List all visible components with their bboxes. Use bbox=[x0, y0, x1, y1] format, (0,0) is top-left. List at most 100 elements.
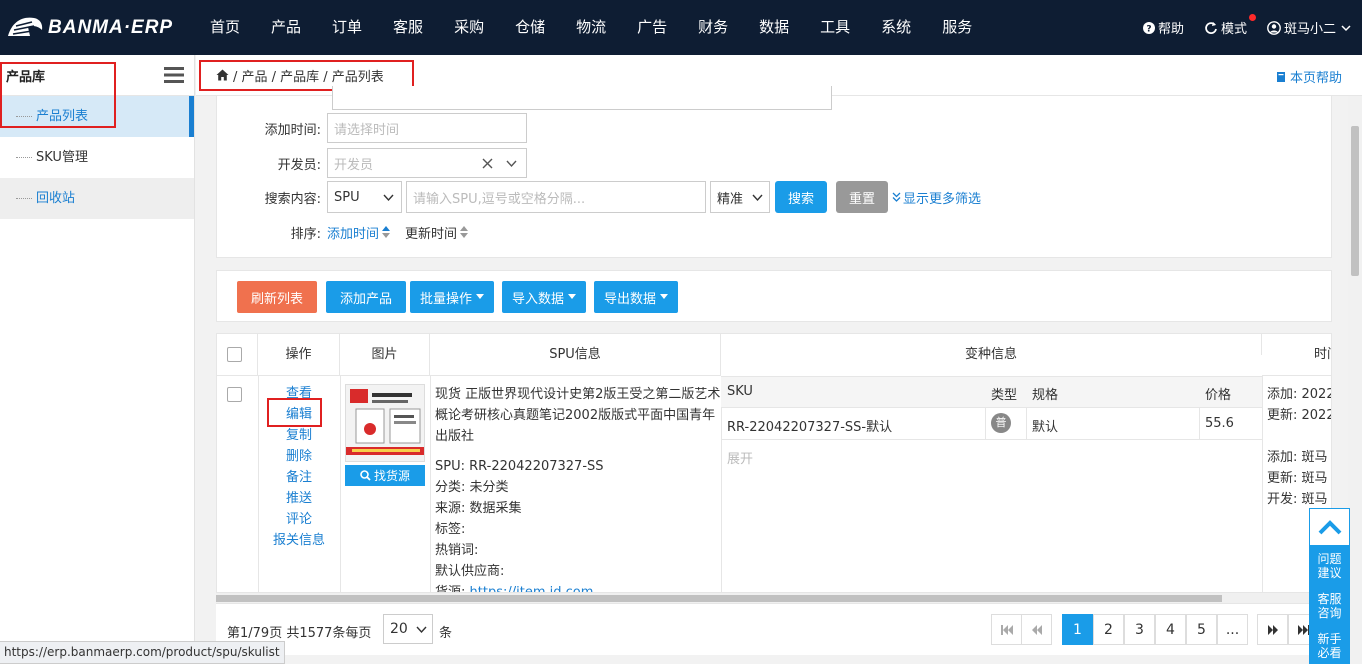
nav-item[interactable]: 工具 bbox=[820, 0, 850, 55]
select-all-checkbox[interactable] bbox=[227, 347, 242, 362]
nav-item[interactable]: 客服 bbox=[393, 0, 423, 55]
vertical-scrollbar[interactable] bbox=[1348, 96, 1362, 664]
nav-item[interactable]: 订单 bbox=[332, 0, 362, 55]
nav-item[interactable]: 广告 bbox=[637, 0, 667, 55]
horizontal-scrollbar[interactable] bbox=[216, 593, 1332, 603]
clipped-filter-input[interactable] bbox=[332, 86, 832, 110]
goods-source-link[interactable]: https://item.jd.com bbox=[470, 585, 594, 592]
export-data-button[interactable]: 导出数据 bbox=[594, 281, 678, 313]
search-input[interactable]: 请输入SPU,逗号或空格分隔... bbox=[406, 181, 706, 213]
note-link[interactable]: 备注 bbox=[258, 467, 340, 488]
feedback-link[interactable]: 问题建议 bbox=[1309, 552, 1350, 580]
hamburger-menu-icon[interactable] bbox=[164, 67, 184, 83]
sort-add-time[interactable]: 添加时间 bbox=[327, 223, 391, 242]
variant-divider bbox=[1026, 408, 1027, 440]
next-page-button[interactable] bbox=[1257, 614, 1288, 645]
row-checkbox[interactable] bbox=[227, 387, 242, 402]
mode-toggle[interactable]: 模式 bbox=[1204, 14, 1256, 37]
home-icon[interactable] bbox=[216, 69, 229, 81]
push-link[interactable]: 推送 bbox=[258, 488, 340, 509]
back-to-top-button[interactable] bbox=[1309, 508, 1350, 546]
page-button[interactable]: 3 bbox=[1124, 614, 1155, 645]
sidebar-item-recycle-bin[interactable]: 回收站 bbox=[0, 178, 194, 219]
user-name: 斑马小二 bbox=[1283, 22, 1336, 37]
nav-item[interactable]: 数据 bbox=[759, 0, 789, 55]
page-size-select[interactable]: 20 bbox=[383, 614, 433, 644]
variant-header-sku: SKU bbox=[727, 384, 753, 399]
page-button[interactable]: 5 bbox=[1186, 614, 1217, 645]
user-menu[interactable]: 斑马小二 bbox=[1267, 18, 1354, 37]
customer-service-link[interactable]: 客服咨询 bbox=[1309, 592, 1350, 620]
variant-type-badge: 普 bbox=[991, 413, 1011, 433]
svg-text:?: ? bbox=[1146, 24, 1151, 34]
search-type-select[interactable]: SPU bbox=[327, 181, 402, 213]
expand-link[interactable]: 展开 bbox=[727, 448, 753, 467]
sidebar-item-product-list[interactable]: 产品列表 bbox=[0, 96, 194, 137]
find-source-button[interactable]: 找货源 bbox=[345, 465, 425, 486]
top-navbar: BANMA·ERP 首页 产品 订单 客服 采购 仓储 物流 广告 财务 数据 … bbox=[0, 0, 1362, 55]
logo[interactable]: BANMA·ERP bbox=[4, 13, 173, 43]
refresh-list-button[interactable]: 刷新列表 bbox=[237, 281, 317, 313]
product-image[interactable] bbox=[345, 384, 425, 462]
nav-item[interactable]: 财务 bbox=[698, 0, 728, 55]
first-page-button[interactable] bbox=[991, 614, 1022, 645]
chevron-down-icon bbox=[752, 194, 763, 202]
page-button-active[interactable]: 1 bbox=[1062, 614, 1093, 645]
developer-select[interactable]: 开发员 bbox=[327, 148, 527, 178]
page-size-unit: 条 bbox=[439, 626, 453, 641]
copy-link[interactable]: 复制 bbox=[258, 425, 340, 446]
nav-item[interactable]: 系统 bbox=[881, 0, 911, 55]
nav-item[interactable]: 物流 bbox=[576, 0, 606, 55]
sort-update-time-label: 更新时间 bbox=[405, 226, 458, 242]
batch-ops-button[interactable]: 批量操作 bbox=[410, 281, 494, 313]
variant-spec: 默认 bbox=[1032, 420, 1059, 435]
import-data-button[interactable]: 导入数据 bbox=[502, 281, 586, 313]
vertical-scrollbar-thumb[interactable] bbox=[1351, 126, 1359, 276]
more-filters-link[interactable]: 显示更多筛选 bbox=[892, 188, 981, 207]
zebra-logo-icon bbox=[8, 17, 43, 36]
review-link[interactable]: 评论 bbox=[258, 509, 340, 530]
newbie-guide-link[interactable]: 新手必看 bbox=[1309, 632, 1350, 660]
nav-item[interactable]: 仓储 bbox=[515, 0, 545, 55]
nav-item[interactable]: 首页 bbox=[210, 0, 240, 55]
match-mode-select[interactable]: 精准 bbox=[710, 181, 770, 213]
spu-code: SPU: RR-22042207327-SS bbox=[435, 459, 604, 474]
sort-update-time[interactable]: 更新时间 bbox=[405, 223, 469, 242]
chevron-down-icon bbox=[383, 194, 394, 202]
chevron-down-icon[interactable] bbox=[506, 158, 517, 169]
edit-link[interactable]: 编辑 bbox=[258, 404, 340, 425]
variant-divider bbox=[1199, 408, 1200, 440]
search-button[interactable]: 搜索 bbox=[775, 181, 827, 213]
col-divider bbox=[1262, 376, 1263, 592]
nav-item[interactable]: 服务 bbox=[942, 0, 972, 55]
delete-link[interactable]: 删除 bbox=[258, 446, 340, 467]
prev-page-icon bbox=[1031, 624, 1042, 635]
page-button[interactable]: 2 bbox=[1093, 614, 1124, 645]
customs-info-link[interactable]: 报关信息 bbox=[258, 530, 340, 551]
clear-icon[interactable] bbox=[482, 158, 493, 169]
nav-item[interactable]: 产品 bbox=[271, 0, 301, 55]
add-time-input[interactable]: 请选择时间 bbox=[327, 113, 527, 143]
horizontal-scrollbar-thumb[interactable] bbox=[216, 595, 1222, 602]
page-summary: 第1/79页 共1577条每页 bbox=[227, 626, 372, 641]
nav-item[interactable]: 采购 bbox=[454, 0, 484, 55]
view-link[interactable]: 查看 bbox=[258, 383, 340, 404]
filter-row-developer: 开发员: 开发员 bbox=[217, 147, 527, 179]
filter-panel: 添加时间: 请选择时间 开发员: 开发员 搜索内容: SPU 请输入SPU,逗号… bbox=[216, 86, 1332, 258]
page-help-link[interactable]: 本页帮助 bbox=[1275, 67, 1342, 86]
filter-row-sort: 排序: 添加时间 更新时间 bbox=[217, 216, 469, 248]
category: 分类: 未分类 bbox=[435, 480, 509, 495]
page-button[interactable]: 4 bbox=[1155, 614, 1186, 645]
help-link[interactable]: ? 帮助 bbox=[1142, 18, 1184, 37]
prev-page-button[interactable] bbox=[1021, 614, 1052, 645]
main-nav: 首页 产品 订单 客服 采购 仓储 物流 广告 财务 数据 工具 系统 服务 bbox=[210, 0, 1003, 55]
add-time-label: 添加时间: bbox=[264, 122, 321, 138]
goods-source: 货源: https://item.jd.com bbox=[435, 582, 723, 592]
reset-button[interactable]: 重置 bbox=[836, 181, 888, 213]
add-product-button[interactable]: 添加产品 bbox=[326, 281, 406, 313]
header-ops: 操作 bbox=[258, 334, 340, 376]
header-time: 时间 bbox=[1262, 334, 1331, 376]
top-right-menu: ? 帮助 模式 斑马小二 bbox=[1142, 0, 1362, 55]
sidebar-item-sku-manage[interactable]: SKU管理 bbox=[0, 137, 194, 178]
find-source-label: 找货源 bbox=[373, 469, 410, 483]
